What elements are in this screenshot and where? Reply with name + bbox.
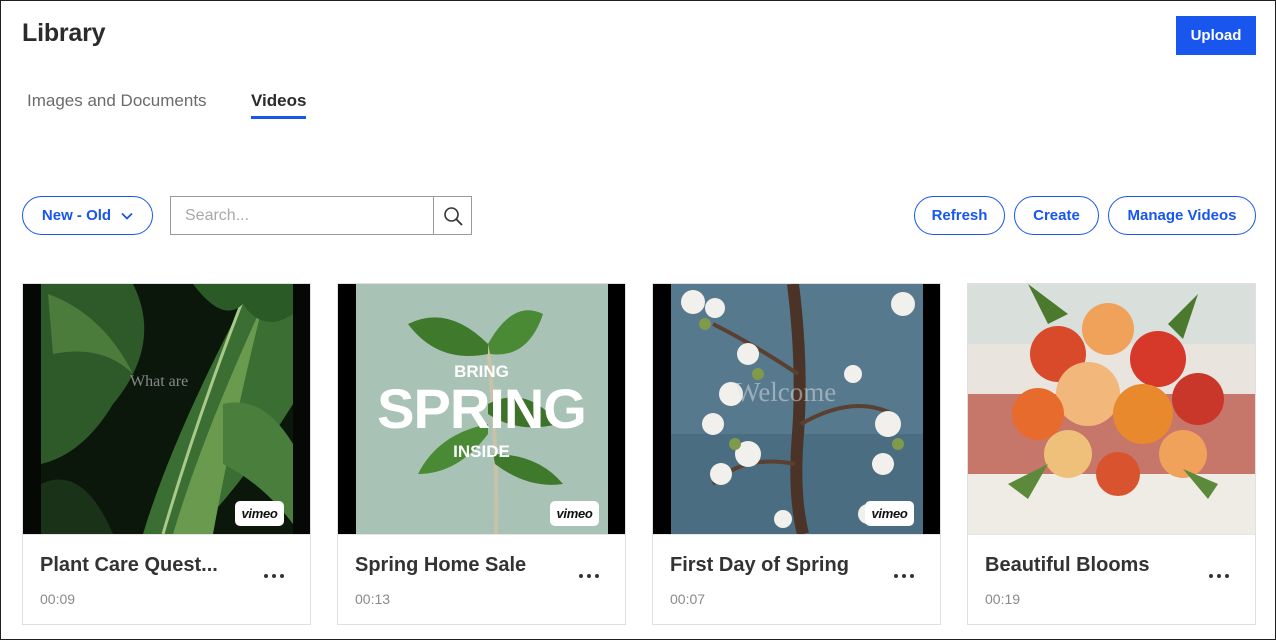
video-info: Beautiful Blooms 00:19 bbox=[968, 534, 1255, 624]
page-title: Library bbox=[22, 19, 106, 47]
video-title: First Day of Spring bbox=[670, 554, 849, 576]
video-title: Spring Home Sale bbox=[355, 554, 527, 576]
cherry-blossom-image bbox=[653, 284, 940, 534]
search-button[interactable] bbox=[433, 197, 471, 234]
video-thumbnail[interactable] bbox=[968, 284, 1255, 534]
overlay-inside: INSIDE bbox=[453, 442, 510, 461]
search-input[interactable] bbox=[171, 197, 433, 234]
sort-label: New - Old bbox=[41, 207, 112, 224]
video-duration: 00:07 bbox=[670, 591, 706, 607]
video-info: First Day of Spring 00:07 bbox=[653, 534, 940, 624]
video-card[interactable]: Welcome vimeo First Day of Spring 00:07 bbox=[652, 283, 941, 625]
video-info: Plant Care Quest... 00:09 bbox=[23, 534, 310, 624]
tab-images-and-documents[interactable]: Images and Documents bbox=[27, 91, 207, 119]
tab-videos[interactable]: Videos bbox=[251, 91, 307, 119]
vimeo-badge: vimeo bbox=[235, 501, 284, 526]
flower-bouquet-image bbox=[968, 284, 1255, 534]
tropical-leaf-image bbox=[23, 284, 310, 534]
overlay-spring: SPRING bbox=[377, 377, 587, 440]
library-window: Library Upload Images and Documents Vide… bbox=[0, 0, 1276, 640]
manage-videos-button[interactable]: Manage Videos bbox=[1108, 196, 1256, 235]
video-thumbnail[interactable]: BRING SPRING INSIDE vimeo bbox=[338, 284, 625, 534]
video-title: Plant Care Quest... bbox=[40, 554, 218, 576]
vimeo-badge: vimeo bbox=[865, 501, 914, 526]
video-duration: 00:19 bbox=[985, 591, 1021, 607]
video-title: Beautiful Blooms bbox=[985, 554, 1150, 576]
sort-dropdown[interactable]: New - Old bbox=[22, 196, 153, 235]
more-options-icon[interactable] bbox=[894, 571, 916, 581]
video-overlay-text: Welcome bbox=[735, 377, 837, 407]
search-box bbox=[170, 196, 472, 235]
more-options-icon[interactable] bbox=[579, 571, 601, 581]
upload-button[interactable]: Upload bbox=[1176, 16, 1256, 55]
more-options-icon[interactable] bbox=[264, 571, 286, 581]
chevron-down-icon bbox=[121, 212, 133, 220]
video-thumbnail[interactable]: What are vimeo bbox=[23, 284, 310, 534]
refresh-button[interactable]: Refresh bbox=[914, 196, 1005, 235]
video-card[interactable]: BRING SPRING INSIDE vimeo Spring Home Sa… bbox=[337, 283, 626, 625]
video-duration: 00:13 bbox=[355, 591, 391, 607]
search-icon bbox=[443, 206, 462, 225]
vimeo-badge: vimeo bbox=[550, 501, 599, 526]
video-overlay-text: What are bbox=[130, 373, 189, 390]
video-duration: 00:09 bbox=[40, 591, 76, 607]
video-card[interactable]: What are vimeo Plant Care Quest... 00:09 bbox=[22, 283, 311, 625]
video-thumbnail[interactable]: Welcome vimeo bbox=[653, 284, 940, 534]
create-button[interactable]: Create bbox=[1014, 196, 1099, 235]
video-info: Spring Home Sale 00:13 bbox=[338, 534, 625, 624]
more-options-icon[interactable] bbox=[1209, 571, 1231, 581]
video-card[interactable]: Beautiful Blooms 00:19 bbox=[967, 283, 1256, 625]
